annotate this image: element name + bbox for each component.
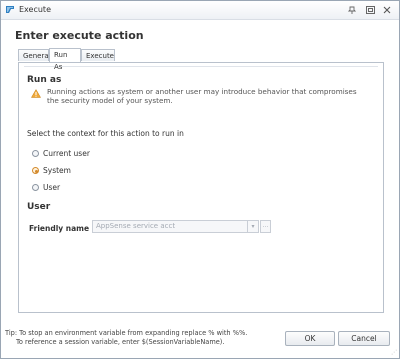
radio-label: User bbox=[43, 183, 61, 192]
friendly-name-label: Friendly name bbox=[29, 224, 90, 233]
cancel-button[interactable]: Cancel bbox=[338, 331, 390, 346]
radio-label: Current user bbox=[43, 149, 90, 158]
warning-text: Running actions as system or another use… bbox=[47, 87, 357, 105]
radio-button-selected[interactable] bbox=[32, 167, 39, 174]
resize-grip-icon[interactable]: ⋰ bbox=[391, 350, 397, 356]
app-icon bbox=[6, 6, 14, 13]
close-icon[interactable] bbox=[380, 4, 394, 16]
section-title-run-as: Run as bbox=[27, 75, 62, 85]
radio-system[interactable]: System bbox=[32, 166, 71, 175]
radio-button[interactable] bbox=[32, 150, 39, 157]
dialog-heading: Enter execute action bbox=[15, 29, 144, 42]
pin-icon[interactable] bbox=[345, 4, 359, 16]
run-as-panel: Run as Running actions as system or anot… bbox=[18, 62, 384, 313]
radio-label: System bbox=[43, 166, 71, 175]
tip-line-2: To reference a session variable, enter $… bbox=[16, 338, 225, 346]
radio-current-user[interactable]: Current user bbox=[32, 149, 90, 158]
window-title: Execute bbox=[19, 5, 51, 14]
restore-icon[interactable] bbox=[363, 4, 377, 16]
footer-tip: Tip: To stop an environment variable fro… bbox=[5, 329, 247, 347]
tip-line-1: Tip: To stop an environment variable fro… bbox=[5, 329, 248, 337]
tab-execute[interactable]: Execute bbox=[81, 49, 115, 61]
ok-button[interactable]: OK bbox=[285, 331, 335, 346]
browse-button[interactable]: ... bbox=[260, 220, 271, 233]
context-label: Select the context for this action to ru… bbox=[27, 129, 184, 138]
radio-user[interactable]: User bbox=[32, 183, 60, 192]
chevron-down-icon[interactable]: ▾ bbox=[248, 220, 259, 233]
tab-general[interactable]: General bbox=[18, 49, 51, 61]
warning-icon bbox=[31, 89, 41, 98]
tab-run-as[interactable]: Run As bbox=[49, 48, 81, 71]
panel-divider bbox=[24, 66, 378, 67]
radio-button[interactable] bbox=[32, 184, 39, 191]
friendly-name-field[interactable]: AppSense service acct bbox=[92, 220, 248, 233]
title-bar[interactable]: Execute bbox=[1, 1, 399, 20]
section-title-user: User bbox=[27, 202, 51, 212]
execute-dialog: Execute Enter execute action General Run… bbox=[0, 0, 400, 359]
